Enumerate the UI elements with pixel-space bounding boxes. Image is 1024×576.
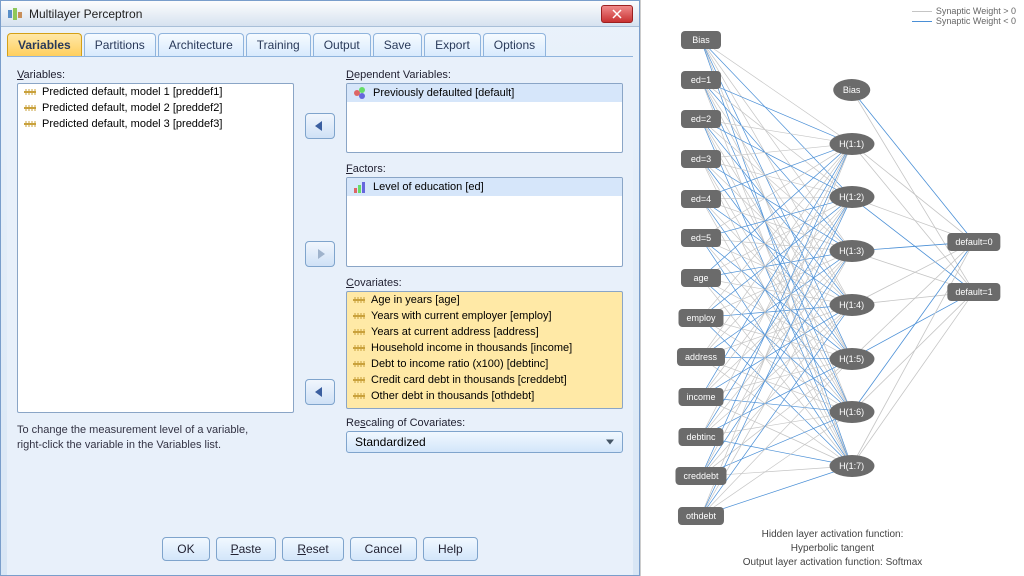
reset-button[interactable]: Reset [282, 537, 343, 561]
scale-icon [353, 326, 365, 338]
io-node: ed=3 [681, 150, 721, 168]
activation-caption: Hidden layer activation function: Hyperb… [737, 528, 929, 570]
scale-icon [353, 390, 365, 402]
scale-icon [24, 86, 36, 98]
tab-strip: Variables Partitions Architecture Traini… [1, 27, 639, 56]
io-node: address [677, 348, 725, 366]
scale-icon [353, 310, 365, 322]
list-item[interactable]: Debt to income ratio (x100) [debtinc] [347, 356, 622, 372]
tab-training[interactable]: Training [246, 33, 311, 56]
help-button[interactable]: Help [423, 537, 478, 561]
hidden-node: H(1:1) [829, 133, 874, 155]
hidden-node: H(1:6) [829, 401, 874, 423]
list-item[interactable]: Household income in thousands [income] [347, 340, 622, 356]
io-node: ed=2 [681, 110, 721, 128]
list-item[interactable]: Years at current address [address] [347, 324, 622, 340]
rescaling-label: Rescaling of Covariates: [346, 417, 623, 429]
ok-button[interactable]: OK [162, 537, 209, 561]
io-node: othdebt [678, 507, 724, 525]
io-node: income [678, 388, 723, 406]
list-item[interactable]: Previously defaulted [default] [347, 84, 622, 102]
dialog-body: Variables: Predicted default, model 1 [p… [7, 56, 633, 575]
io-node: ed=5 [681, 229, 721, 247]
scale-icon [353, 342, 365, 354]
io-node: creddebt [675, 467, 726, 485]
scale-icon [353, 374, 365, 386]
io-node: Bias [681, 31, 721, 49]
scale-icon [353, 358, 365, 370]
hidden-node: Bias [833, 79, 871, 101]
tab-options[interactable]: Options [483, 33, 546, 56]
hidden-node: H(1:2) [829, 186, 874, 208]
io-node: employ [678, 309, 723, 327]
tab-variables[interactable]: Variables [7, 33, 82, 56]
dependent-list[interactable]: Previously defaulted [default] [346, 83, 623, 153]
mlp-dialog: Multilayer Perceptron Variables Partitio… [0, 0, 640, 576]
move-to-factors-button[interactable] [305, 241, 335, 267]
dialog-buttons: OK Paste Reset Cancel Help [17, 529, 623, 571]
io-node: default=1 [947, 283, 1000, 301]
ordinal-icon [353, 180, 367, 194]
tab-save[interactable]: Save [373, 33, 422, 56]
network-diagram: Synaptic Weight > 0 Synaptic Weight < 0 … [640, 0, 1024, 576]
scale-icon [24, 118, 36, 130]
list-item[interactable]: Other debt in thousands [othdebt] [347, 388, 622, 404]
move-to-covariates-button[interactable] [305, 379, 335, 405]
tab-export[interactable]: Export [424, 33, 481, 56]
factors-label: Factors: [346, 163, 623, 175]
list-item[interactable]: Predicted default, model 1 [preddef1] [18, 84, 293, 100]
move-to-dependent-button[interactable] [305, 113, 335, 139]
app-icon [7, 6, 23, 22]
dependent-label: Dependent Variables: [346, 69, 623, 81]
rescaling-select[interactable]: Standardized [346, 431, 623, 453]
nominal-icon [353, 86, 367, 100]
tab-output[interactable]: Output [313, 33, 371, 56]
hidden-node: H(1:5) [829, 348, 874, 370]
list-item[interactable]: Credit card debt in thousands [creddebt] [347, 372, 622, 388]
variables-list[interactable]: Predicted default, model 1 [preddef1] Pr… [17, 83, 294, 413]
list-item[interactable]: Level of education [ed] [347, 178, 622, 196]
hidden-node: H(1:7) [829, 455, 874, 477]
io-node: debtinc [678, 428, 723, 446]
list-item[interactable]: Years with current employer [employ] [347, 308, 622, 324]
window-title: Multilayer Perceptron [29, 7, 601, 21]
titlebar: Multilayer Perceptron [1, 1, 639, 27]
factors-list[interactable]: Level of education [ed] [346, 177, 623, 267]
paste-button[interactable]: Paste [216, 537, 277, 561]
io-node: ed=4 [681, 190, 721, 208]
list-item[interactable]: Predicted default, model 3 [preddef3] [18, 116, 293, 132]
scale-icon [24, 102, 36, 114]
io-node: age [681, 269, 721, 287]
io-node: ed=1 [681, 71, 721, 89]
close-button[interactable] [601, 5, 633, 23]
cancel-button[interactable]: Cancel [350, 537, 417, 561]
tab-partitions[interactable]: Partitions [84, 33, 156, 56]
tab-architecture[interactable]: Architecture [158, 33, 244, 56]
hidden-node: H(1:3) [829, 240, 874, 262]
covariates-label: Covariates: [346, 277, 623, 289]
variables-label: Variables: [17, 69, 294, 81]
hidden-node: H(1:4) [829, 294, 874, 316]
hint-text: To change the measurement level of a var… [17, 423, 294, 453]
list-item[interactable]: Age in years [age] [347, 292, 622, 308]
list-item[interactable]: Predicted default, model 2 [preddef2] [18, 100, 293, 116]
io-node: default=0 [947, 233, 1000, 251]
covariates-list[interactable]: Age in years [age] Years with current em… [346, 291, 623, 409]
scale-icon [353, 294, 365, 306]
